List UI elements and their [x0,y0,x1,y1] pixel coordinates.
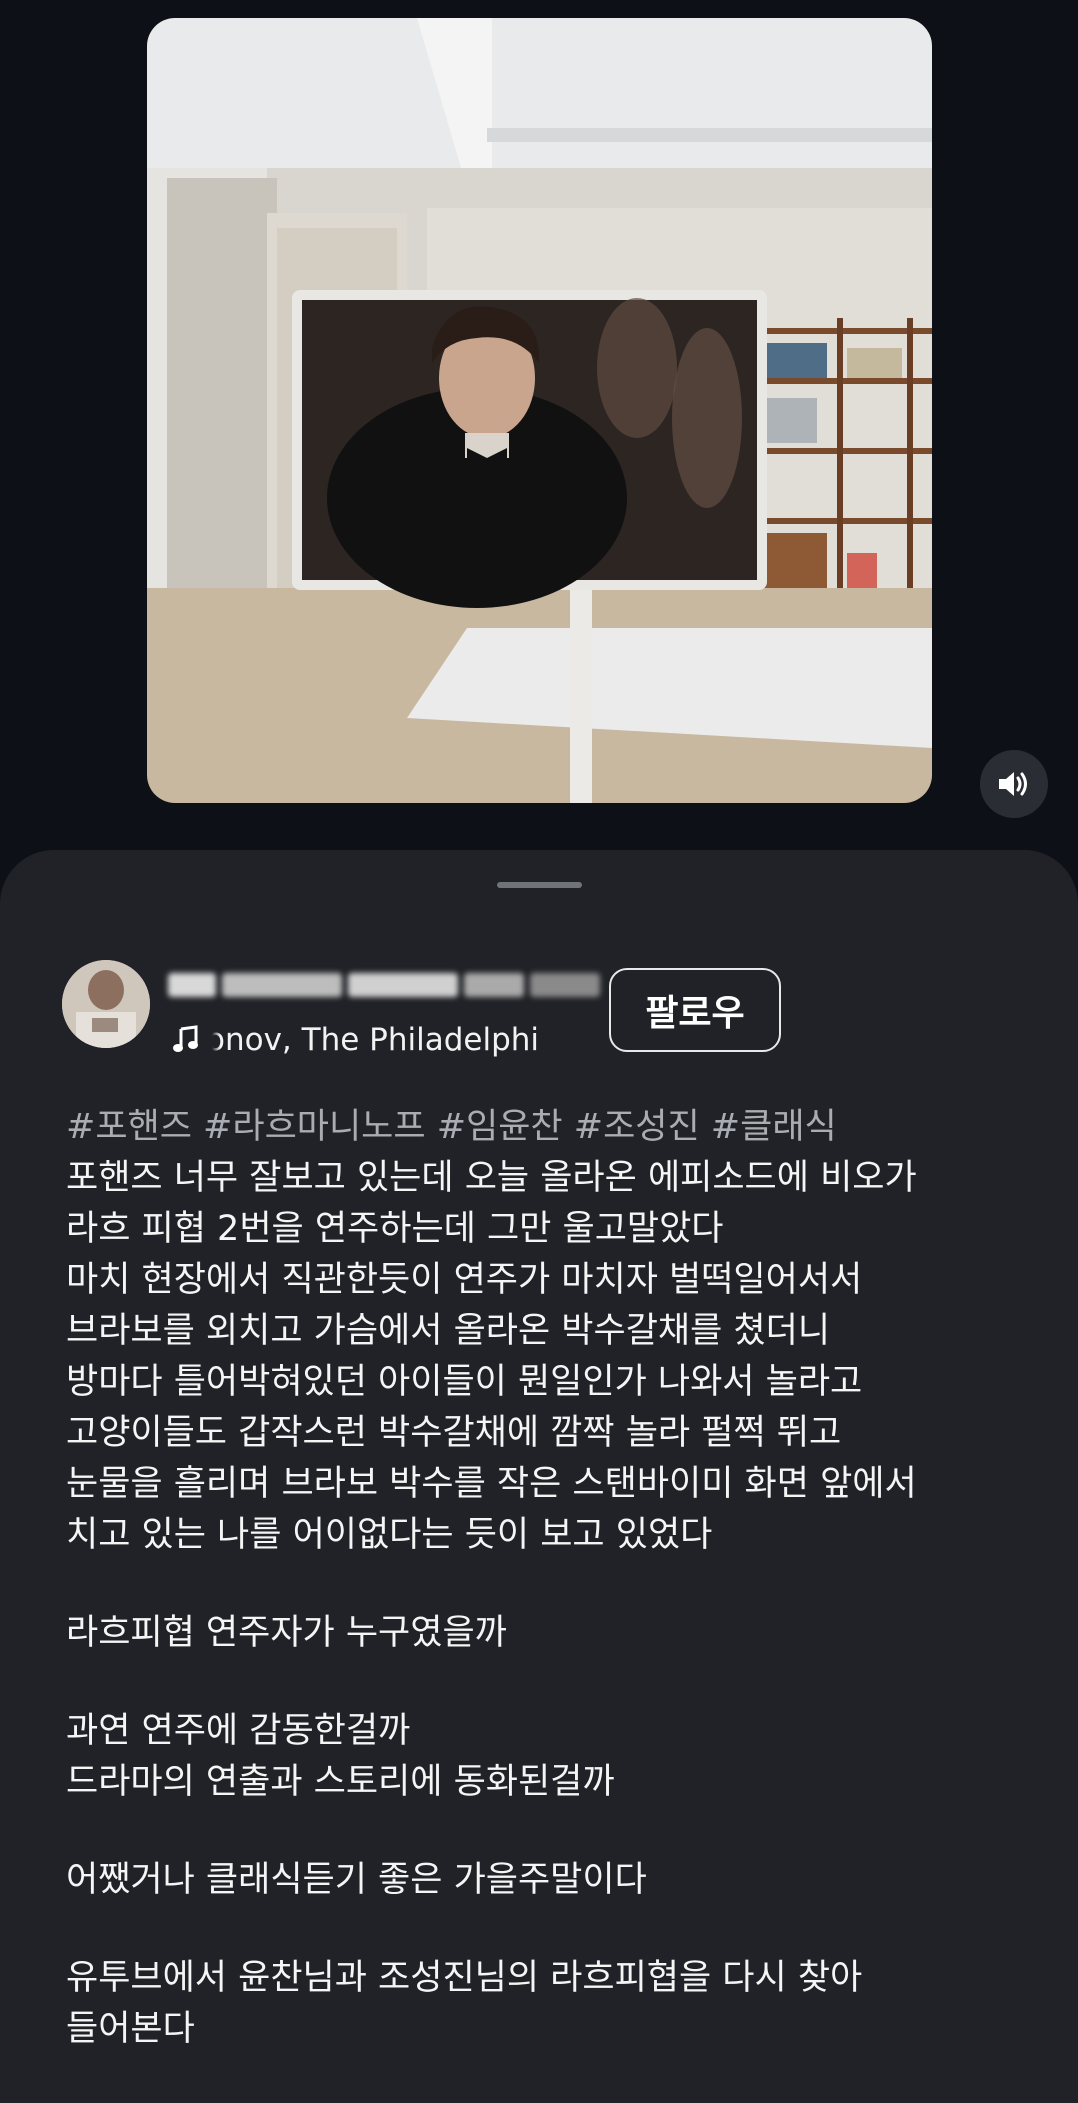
volume-button[interactable] [980,750,1048,818]
caption-spacer [66,1659,1026,1706]
caption-spacer [66,1561,1026,1608]
caption-line: 어쨌거나 클래식듣기 좋은 가을주말이다 [66,1860,647,1900]
music-track-text: onov, The Philadelphi [212,1022,540,1058]
speaker-on-icon [999,772,1027,796]
username-blur-segment [168,973,216,997]
caption-line: 고양이들도 갑작스런 박수갈채에 깜짝 놀라 펄쩍 뛰고 [66,1413,842,1453]
post-caption: #포핸즈 #라흐마니노프 #임윤찬 #조성진 #클래식 포핸즈 너무 잘보고 있… [66,1102,1026,2055]
caption-spacer [66,1906,1026,1953]
caption-line: 눈물을 흘리며 브라보 박수를 작은 스탠바이미 화면 앞에서 [66,1464,917,1504]
follow-button[interactable]: 팔로우 [609,968,781,1052]
post-details-sheet: onov, The Philadelphi 팔로우 #포핸즈 #라흐마니노프 #… [0,850,1078,2103]
username-blur-segment [464,973,524,997]
music-note-icon [173,1025,198,1052]
username-blur-segment [530,973,600,997]
caption-line: 치고 있는 나를 어이없다는 듯이 보고 있었다 [66,1515,713,1555]
caption-line: 브라보를 외치고 가슴에서 올라온 박수갈채를 쳤더니 [66,1311,831,1351]
caption-spacer [66,1808,1026,1855]
music-info[interactable]: onov, The Philadelphi [172,1022,572,1058]
room-photo-illustration [147,18,932,803]
username-blur-segment [348,973,458,997]
caption-line: 유투브에서 윤찬님과 조성진님의 라흐피협을 다시 찾아 [66,1958,863,1998]
caption-line: 방마다 틀어박혀있던 아이들이 뭔일인가 나와서 놀라고 [66,1362,863,1402]
hashtags[interactable]: #포핸즈 #라흐마니노프 #임윤찬 #조성진 #클래식 [66,1102,1026,1153]
caption-line: 드라마의 연출과 스토리에 동화된걸까 [66,1762,615,1802]
sheet-drag-handle[interactable] [497,882,582,888]
profile-avatar-icon [62,960,150,1048]
avatar[interactable] [62,960,150,1048]
username[interactable] [168,972,668,998]
post-photo[interactable] [147,18,932,803]
caption-line: 과연 연주에 감동한걸까 [66,1711,411,1751]
username-blur-segment [222,973,342,997]
caption-line: 들어본다 [66,2009,195,2049]
caption-line: 라흐피협 연주자가 누구였을까 [66,1613,507,1653]
caption-line: 포핸즈 너무 잘보고 있는데 오늘 올라온 에피소드에 비오가 [66,1158,917,1198]
caption-line: 마치 현장에서 직관한듯이 연주가 마치자 벌떡일어서서 [66,1260,863,1300]
caption-line: 라흐 피협 2번을 연주하는데 그만 울고말았다 [66,1209,724,1249]
